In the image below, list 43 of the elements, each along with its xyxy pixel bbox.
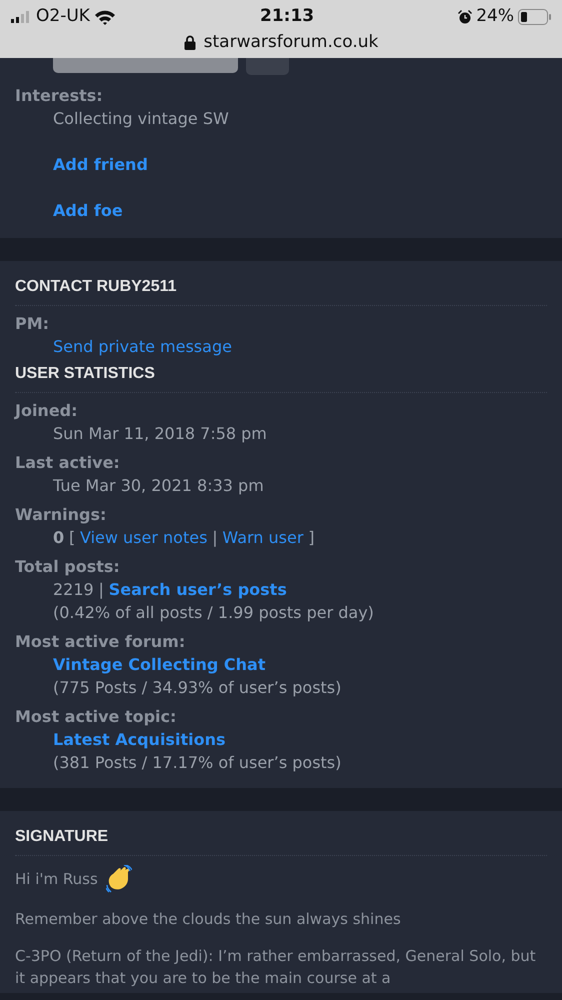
field-label: PM:: [15, 313, 50, 335]
link[interactable]: Warn user: [222, 526, 304, 549]
action-link[interactable]: Add friend: [53, 155, 148, 174]
count-text: 0: [53, 527, 64, 549]
field-value: Collecting vintage SW: [52, 108, 230, 130]
stat-text: [: [68, 527, 76, 549]
lock-icon: [184, 35, 196, 50]
stat-text: (775 Posts / 34.93% of user’s posts): [53, 677, 342, 699]
stat-text: |: [212, 527, 218, 549]
stat-text: (381 Posts / 17.17% of user’s posts): [53, 752, 342, 774]
signal-icon: [10, 11, 32, 23]
stat-text: Sun Mar 11, 2018 7:58 pm: [53, 423, 267, 445]
action-link[interactable]: Add foe: [53, 201, 123, 220]
field-label: Interests:: [15, 85, 104, 107]
field-label: Last active:: [15, 452, 121, 474]
link[interactable]: Latest Acquisitions: [53, 728, 226, 751]
section-heading: USER STATISTICS: [15, 358, 547, 393]
field-label: Total posts:: [15, 556, 121, 578]
alarm-clock-icon: [458, 10, 472, 24]
link[interactable]: Search user’s posts: [108, 578, 287, 601]
stat-text: (0.42% of all posts / 1.99 posts per day): [53, 602, 374, 624]
signature-text: Hi i'm Russ: [15, 869, 98, 890]
link[interactable]: Vintage Collecting Chat: [53, 653, 266, 676]
battery-icon: [518, 9, 552, 25]
wifi-icon: [94, 9, 116, 25]
section-heading: CONTACT RUBY2511: [15, 261, 547, 306]
field-label: Joined:: [15, 400, 79, 422]
stat-text: 2219: [53, 579, 94, 601]
clock-time: 21:13: [260, 5, 314, 28]
signature-text: C-3PO (Return of the Jedi): I’m rather embarrassed, General Solo, but it appears that you are to be the main course at a: [15, 946, 537, 989]
link[interactable]: Send private message: [53, 335, 232, 358]
address-bar-url[interactable]: starwarsforum.co.uk: [204, 30, 378, 56]
carrier-name: O2-UK: [36, 5, 90, 28]
stat-text: Tue Mar 30, 2021 8:33 pm: [53, 475, 264, 497]
field-label: Warnings:: [15, 504, 108, 526]
stat-text: |: [98, 579, 104, 601]
section-heading: SIGNATURE: [15, 811, 547, 856]
field-label: Most active forum:: [15, 631, 186, 653]
stat-text: ]: [308, 527, 314, 549]
battery-percent: 24%: [476, 5, 514, 28]
signature-text: Remember above the clouds the sun always shines: [15, 909, 402, 930]
link[interactable]: View user notes: [80, 526, 208, 549]
field-label: Most active topic:: [15, 706, 178, 728]
